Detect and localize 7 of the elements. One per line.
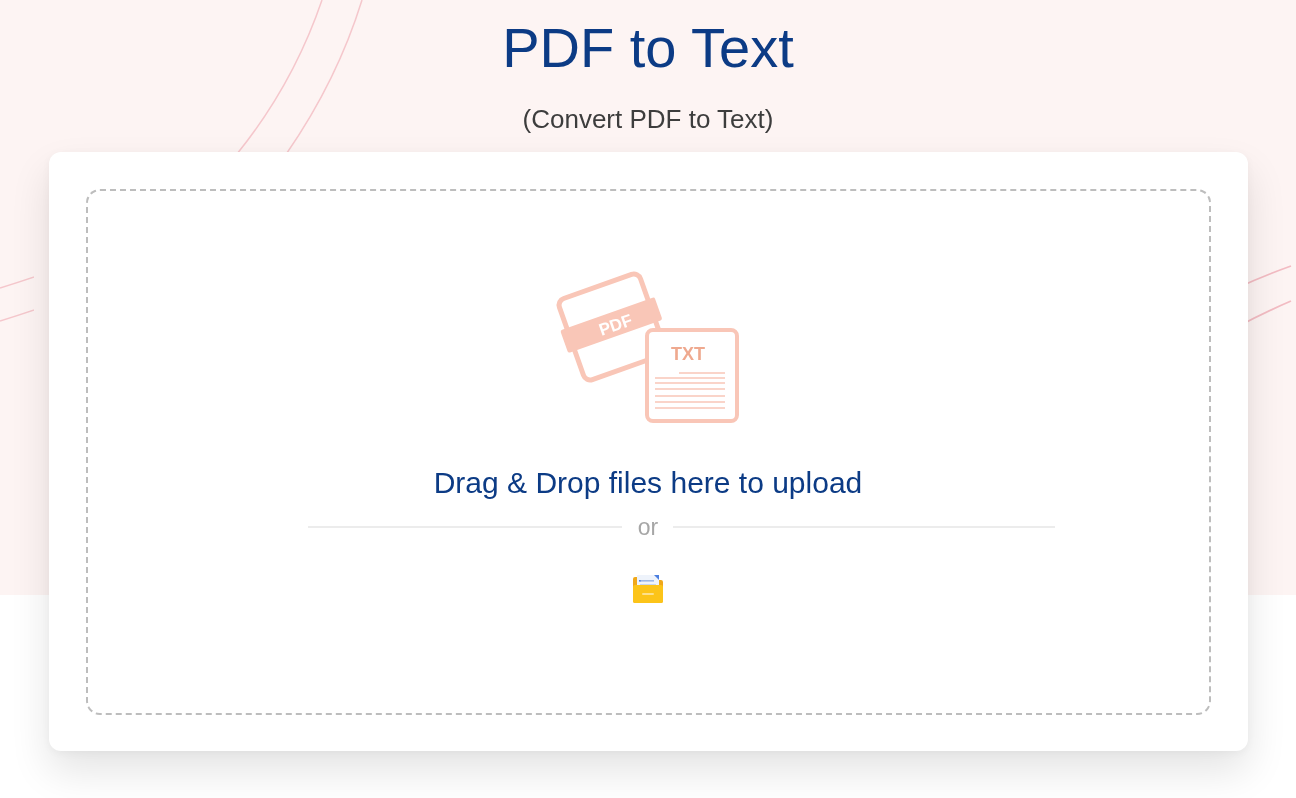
folder-icon[interactable] xyxy=(631,573,665,605)
page-title: PDF to Text xyxy=(502,15,794,81)
drop-zone[interactable]: PDF TXT Drag & Drop files here to upload or xyxy=(85,189,1211,715)
page-subtitle: (Convert PDF to Text) xyxy=(522,104,774,135)
separator-text: or xyxy=(637,515,659,539)
pdf-to-txt-illustration: PDF TXT xyxy=(553,265,743,427)
drop-prompt-text: Drag & Drop files here to upload xyxy=(433,465,863,501)
